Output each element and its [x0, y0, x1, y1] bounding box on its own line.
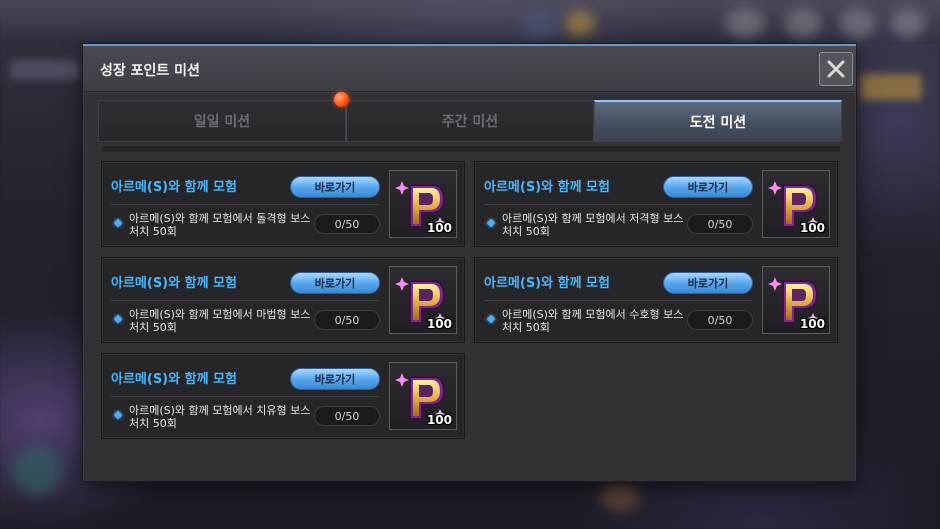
card-separator	[484, 300, 752, 301]
mission-title: 아르메(S)와 함께 모험	[111, 276, 237, 291]
tab-challenge-mission[interactable]: 도전 미션	[594, 100, 842, 142]
mission-card: 아르메(S)와 함께 모험 바로가기 아르메(S)와 함께 모험에서 저격형 보…	[474, 161, 838, 247]
bullet-diamond-icon	[486, 314, 496, 324]
tab-divider	[102, 146, 840, 152]
mission-description: 아르메(S)와 함께 모험에서 저격형 보스 처치 50회	[502, 212, 684, 238]
close-button[interactable]	[819, 52, 853, 86]
background-blur	[12, 445, 62, 495]
mission-progress: 0/50	[687, 214, 753, 234]
background-blur	[565, 10, 595, 36]
reward-quantity: 100	[426, 413, 452, 427]
goto-button[interactable]: 바로가기	[663, 272, 753, 294]
dialog-title: 성장 포인트 미션	[100, 63, 200, 79]
tab-weekly-mission[interactable]: 주간 미션	[346, 100, 594, 142]
mission-description: 아르메(S)와 함께 모험에서 마법형 보스 처치 50회	[129, 308, 311, 334]
background-blur	[840, 8, 876, 38]
card-separator	[484, 204, 752, 205]
card-separator	[111, 204, 379, 205]
growth-point-mission-dialog: 성장 포인트 미션 일일 미션 주간 미션 도전 미션 아르메(S)와 함께 모…	[83, 44, 856, 481]
bullet-diamond-icon	[113, 314, 123, 324]
mission-card: 아르메(S)와 함께 모험 바로가기 아르메(S)와 함께 모험에서 수호형 보…	[474, 257, 838, 343]
mission-tabs: 일일 미션 주간 미션 도전 미션	[98, 92, 842, 142]
mission-description: 아르메(S)와 함께 모험에서 수호형 보스 처치 50회	[502, 308, 684, 334]
mission-progress: 0/50	[314, 310, 380, 330]
background-blur	[725, 8, 765, 38]
reward-quantity: 100	[799, 317, 825, 331]
mission-card: 아르메(S)와 함께 모험 바로가기 아르메(S)와 함께 모험에서 치유형 보…	[101, 353, 465, 439]
goto-button[interactable]: 바로가기	[290, 176, 380, 198]
reward-quantity: 100	[426, 317, 452, 331]
mission-description: 아르메(S)와 함께 모험에서 돌격형 보스 처치 50회	[129, 212, 311, 238]
background-blur	[520, 8, 560, 38]
background-blur	[600, 482, 640, 512]
close-icon	[827, 60, 845, 78]
goto-button[interactable]: 바로가기	[290, 272, 380, 294]
background-blur	[860, 74, 922, 100]
card-separator	[111, 396, 379, 397]
mission-progress: 0/50	[314, 214, 380, 234]
reward-slot[interactable]: 100	[389, 362, 457, 430]
goto-button[interactable]: 바로가기	[290, 368, 380, 390]
reward-quantity: 100	[799, 221, 825, 235]
background-blur	[890, 8, 926, 38]
mission-title: 아르메(S)와 함께 모험	[111, 372, 237, 387]
reward-slot[interactable]: 100	[389, 266, 457, 334]
dialog-header: 성장 포인트 미션	[83, 46, 856, 92]
background-blur	[785, 8, 821, 38]
reward-slot[interactable]: 100	[762, 266, 830, 334]
mission-card: 아르메(S)와 함께 모험 바로가기 아르메(S)와 함께 모험에서 마법형 보…	[101, 257, 465, 343]
mission-description: 아르메(S)와 함께 모험에서 치유형 보스 처치 50회	[129, 404, 311, 430]
mission-progress: 0/50	[687, 310, 753, 330]
mission-title: 아르메(S)와 함께 모험	[484, 276, 610, 291]
bullet-diamond-icon	[113, 410, 123, 420]
mission-progress: 0/50	[314, 406, 380, 426]
notification-dot-icon	[334, 92, 349, 107]
goto-button[interactable]: 바로가기	[663, 176, 753, 198]
dialog-body: 일일 미션 주간 미션 도전 미션 아르메(S)와 함께 모험 바로가기 아르메…	[84, 92, 855, 481]
reward-slot[interactable]: 100	[389, 170, 457, 238]
bullet-diamond-icon	[486, 218, 496, 228]
tab-label: 일일 미션	[193, 114, 251, 130]
mission-title: 아르메(S)와 함께 모험	[484, 180, 610, 195]
tab-label: 도전 미션	[689, 114, 747, 131]
tab-label: 주간 미션	[441, 114, 499, 130]
reward-quantity: 100	[426, 221, 452, 235]
reward-slot[interactable]: 100	[762, 170, 830, 238]
card-separator	[111, 300, 379, 301]
mission-title: 아르메(S)와 함께 모험	[111, 180, 237, 195]
mission-card: 아르메(S)와 함께 모험 바로가기 아르메(S)와 함께 모험에서 돌격형 보…	[101, 161, 465, 247]
tab-daily-mission[interactable]: 일일 미션	[98, 100, 346, 142]
bullet-diamond-icon	[113, 218, 123, 228]
background-blur	[10, 60, 80, 80]
